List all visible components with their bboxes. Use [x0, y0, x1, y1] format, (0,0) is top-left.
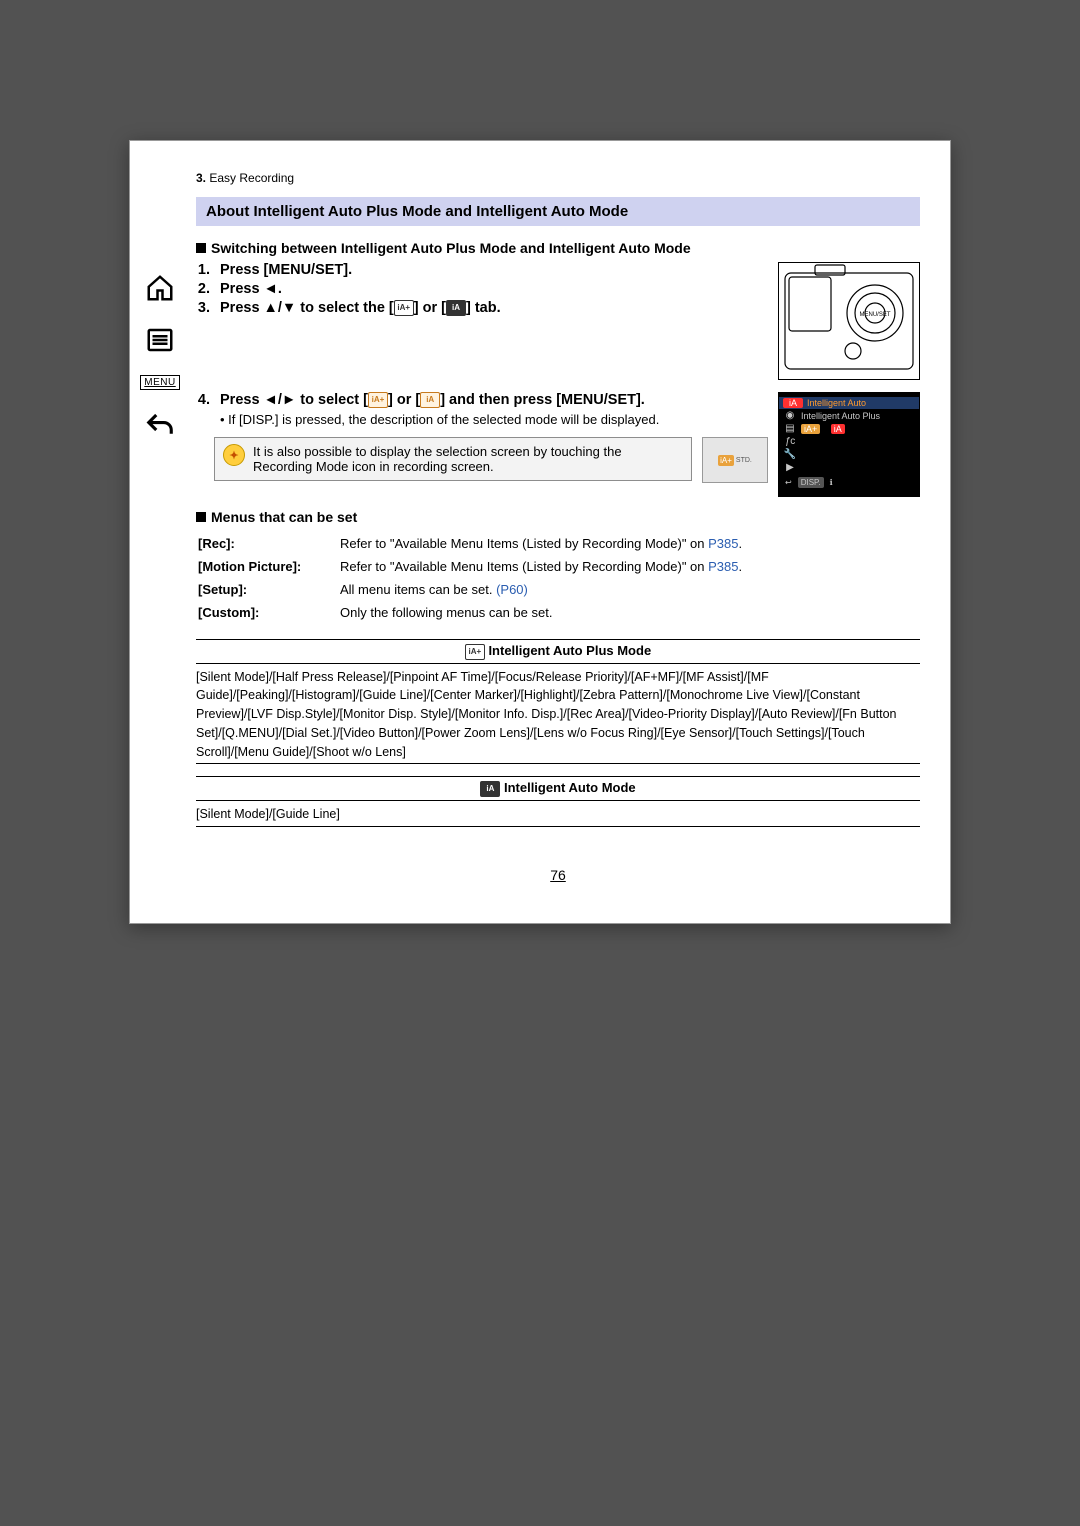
tip-text: It is also possible to display the selec… — [253, 444, 683, 474]
camera-menu-screenshot: iAIntelligent Auto ◉Intelligent Auto Plu… — [778, 392, 920, 497]
menus-table: [Rec]: Refer to "Available Menu Items (L… — [196, 531, 920, 625]
manual-page: MENU 3. Easy Recording About Intelligent… — [129, 140, 951, 924]
block-marker-icon — [196, 512, 206, 522]
setup-key: [Setup]: — [198, 579, 338, 600]
breadcrumb-label: Easy Recording — [209, 171, 294, 185]
cam-menu-row-fc: ƒc — [779, 435, 919, 448]
step-4: Press ◄/► to select [iA+] or [iA] and th… — [214, 392, 768, 427]
breadcrumb-num: 3. — [196, 171, 206, 185]
cam-menu-row-modes: ▤iA+ iA — [779, 422, 919, 435]
contents-icon[interactable] — [143, 323, 177, 357]
menus-heading: Menus that can be set — [196, 509, 920, 525]
mode-plus-header: iA+ Intelligent Auto Plus Mode — [196, 639, 920, 664]
steps-list: Press [MENU/SET]. Press ◄. Press ▲/▼ to … — [196, 262, 768, 316]
back-icon[interactable] — [143, 408, 177, 442]
table-row: [Custom]: Only the following menus can b… — [198, 602, 918, 623]
ia-plus-header-icon: iA+ — [465, 644, 485, 660]
custom-key: [Custom]: — [198, 602, 338, 623]
step-2: Press ◄. — [214, 281, 768, 297]
cam-menu-row-rec: ◉Intelligent Auto Plus — [779, 409, 919, 422]
breadcrumb: 3. Easy Recording — [196, 171, 920, 185]
setup-val: All menu items can be set. (P60) — [340, 579, 918, 600]
link-p60[interactable]: (P60) — [496, 582, 528, 597]
table-row: [Rec]: Refer to "Available Menu Items (L… — [198, 533, 918, 554]
home-icon[interactable] — [143, 271, 177, 305]
thumb-ia-icon: iA+ — [718, 455, 734, 466]
ia-icon: iA — [446, 300, 466, 316]
tip-lightbulb-icon: ✦ — [223, 444, 245, 466]
tip-thumbnail: iA+ STD. — [702, 437, 768, 483]
page-number: 76 — [196, 867, 920, 883]
thumb-std-label: STD. — [736, 457, 752, 464]
rec-key: [Rec]: — [198, 533, 338, 554]
sidebar-nav: MENU — [130, 141, 190, 923]
page-content: 3. Easy Recording About Intelligent Auto… — [190, 141, 950, 923]
section-title: About Intelligent Auto Plus Mode and Int… — [196, 197, 920, 226]
cam-menu-row-ia: iAIntelligent Auto — [779, 397, 919, 409]
ia-plus-boxed-icon: iA+ — [368, 392, 388, 408]
step-1: Press [MENU/SET]. — [214, 262, 768, 278]
camera-rear-illustration: MENU/SET — [778, 262, 920, 380]
table-row: [Setup]: All menu items can be set. (P60… — [198, 579, 918, 600]
mode-plus-body: [Silent Mode]/[Half Press Release]/[Pinp… — [196, 664, 920, 765]
step-3: Press ▲/▼ to select the [iA+] or [iA] ta… — [214, 300, 768, 316]
tip-box: ✦ It is also possible to display the sel… — [214, 437, 768, 483]
svg-text:MENU/SET: MENU/SET — [859, 312, 890, 318]
switching-heading-text: Switching between Intelligent Auto Plus … — [211, 240, 691, 256]
mp-key: [Motion Picture]: — [198, 556, 338, 577]
cam-menu-row-play: ▶ — [779, 461, 919, 474]
cam-menu-bottom: ↩DISP.ℹ — [779, 474, 919, 488]
switching-heading: Switching between Intelligent Auto Plus … — [196, 240, 920, 256]
custom-val: Only the following menus can be set. — [340, 602, 918, 623]
mp-val: Refer to "Available Menu Items (Listed b… — [340, 556, 918, 577]
link-p385-2[interactable]: P385 — [708, 559, 738, 574]
menu-nav-label[interactable]: MENU — [140, 375, 179, 390]
block-marker-icon — [196, 243, 206, 253]
ia-plus-icon: iA+ — [394, 300, 414, 316]
ia-header-icon: iA — [480, 781, 500, 797]
cam-menu-row-setup: 🔧 — [779, 448, 919, 461]
mode-auto-body: [Silent Mode]/[Guide Line] — [196, 801, 920, 827]
steps-list-2: Press ◄/► to select [iA+] or [iA] and th… — [196, 392, 768, 427]
step-4-note: If [DISP.] is pressed, the description o… — [220, 412, 768, 427]
mode-auto-header: iA Intelligent Auto Mode — [196, 776, 920, 801]
rec-val: Refer to "Available Menu Items (Listed b… — [340, 533, 918, 554]
link-p385[interactable]: P385 — [708, 536, 738, 551]
table-row: [Motion Picture]: Refer to "Available Me… — [198, 556, 918, 577]
ia-boxed-icon: iA — [420, 392, 440, 408]
